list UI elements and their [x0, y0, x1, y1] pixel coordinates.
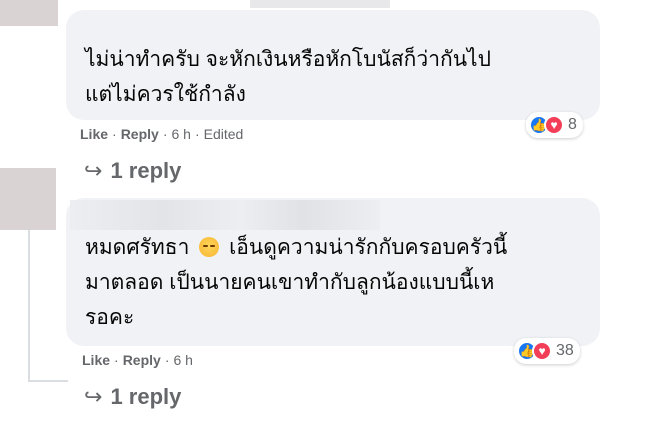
reply-link[interactable]: Reply	[123, 352, 161, 368]
reaction-count: 38	[556, 342, 574, 359]
blurred-name	[250, 0, 390, 8]
comment-line: รอคะ	[85, 306, 135, 329]
comment-text: ไม่น่าทำครับ จะหักเงินหรือหักโบนัสก็ว่าก…	[85, 42, 585, 112]
edited-label: Edited	[203, 126, 244, 142]
comment-line: หมดศรัทธา เอ็นดูความน่ารักกับครอบครัวนี้	[85, 230, 585, 265]
thread-connector	[28, 380, 68, 382]
comment-text: หมดศรัทธา เอ็นดูความน่ารักกับครอบครัวนี้…	[85, 230, 585, 335]
love-icon: ♥	[544, 115, 564, 135]
replies-label: 1 reply	[110, 158, 182, 183]
reply-arrow-icon: ↪	[84, 384, 103, 409]
like-link[interactable]: Like	[80, 126, 108, 142]
view-replies-button[interactable]: ↪ 1 reply	[84, 158, 181, 184]
reply-link[interactable]: Reply	[121, 126, 159, 142]
sad-face-emoji-icon	[199, 237, 220, 257]
comment-segment: เอ็นดูความน่ารักกับครอบครัวนี้	[229, 236, 508, 259]
comment-segment: หมดศรัทธา	[85, 236, 190, 259]
timestamp[interactable]: 6 h	[171, 126, 190, 142]
separator: ·	[112, 126, 117, 142]
separator: ·	[164, 352, 170, 368]
reactions-summary[interactable]: 👍 ♥ 8	[526, 112, 583, 138]
view-replies-button[interactable]: ↪ 1 reply	[84, 384, 181, 410]
reaction-count: 8	[568, 116, 577, 133]
avatar[interactable]	[0, 0, 58, 26]
comment-meta: Like · Reply · 6 h	[82, 352, 193, 368]
love-icon: ♥	[532, 341, 552, 361]
comment-line: มาตลอด เป็นนายคนเขาทำกับลูกน้องแบบนี้เห	[85, 271, 495, 294]
reply-arrow-icon: ↪	[84, 158, 103, 183]
separator: ·	[162, 126, 168, 142]
separator: ·	[194, 126, 200, 142]
comment-meta: Like · Reply · 6 h · Edited	[80, 126, 243, 142]
comment-line: ไม่น่าทำครับ จะหักเงินหรือหักโบนัสก็ว่าก…	[85, 48, 491, 71]
reactions-summary[interactable]: 👍 ♥ 38	[514, 338, 580, 364]
blurred-name	[70, 200, 380, 230]
replies-label: 1 reply	[110, 384, 182, 409]
timestamp[interactable]: 6 h	[173, 352, 192, 368]
separator: ·	[114, 352, 119, 368]
avatar[interactable]	[0, 168, 56, 230]
like-link[interactable]: Like	[82, 352, 110, 368]
comment-line: แต่ไม่ควรใช้กำลัง	[85, 83, 246, 106]
